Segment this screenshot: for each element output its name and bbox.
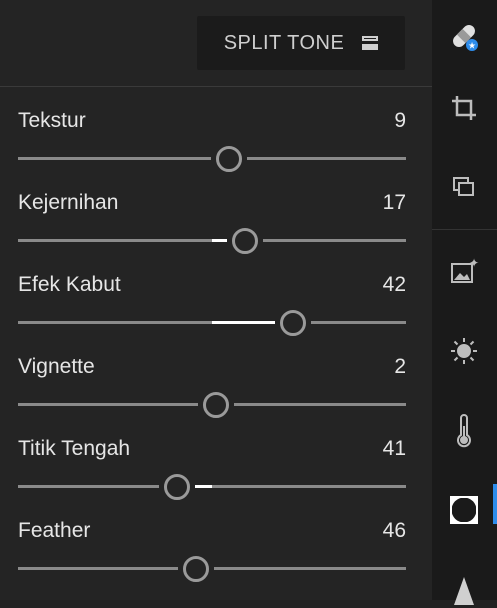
crop-rotate-icon[interactable] xyxy=(446,90,482,126)
slider-row: Efek Kabut 42 xyxy=(18,273,406,355)
effects-vignette-icon[interactable] xyxy=(446,492,482,528)
slider-row: Kejernihan 17 xyxy=(18,191,406,273)
svg-text:✦: ✦ xyxy=(469,256,479,270)
slider-row: Feather 46 xyxy=(18,519,406,601)
slider-label: Feather xyxy=(18,519,91,542)
slider-value[interactable]: 42 xyxy=(383,273,406,297)
slider-value[interactable]: 41 xyxy=(383,437,406,461)
slider-label: Titik Tengah xyxy=(18,437,131,460)
split-tone-button[interactable]: SPLIT TONE xyxy=(197,16,405,70)
slider-label: Tekstur xyxy=(18,109,86,132)
slider-row: Titik Tengah 41 xyxy=(18,437,406,519)
svg-text:★: ★ xyxy=(468,42,476,52)
slider-track[interactable] xyxy=(18,146,406,172)
split-tone-label: SPLIT TONE xyxy=(223,31,345,54)
slider-track[interactable] xyxy=(18,392,406,418)
slider-label: Vignette xyxy=(18,355,95,378)
rail-divider xyxy=(432,229,497,230)
light-sun-icon[interactable] xyxy=(446,333,482,369)
slider-thumb[interactable] xyxy=(183,556,210,582)
slider-track[interactable] xyxy=(18,474,406,500)
slider-label: Efek Kabut xyxy=(18,273,121,296)
slider-row: Tekstur 9 xyxy=(18,109,406,191)
auto-enhance-image-icon[interactable]: ✦ xyxy=(446,253,482,289)
versions-stack-icon[interactable] xyxy=(446,170,482,206)
slider-thumb[interactable] xyxy=(231,228,258,254)
triangle-icon[interactable] xyxy=(446,572,482,608)
slider-row: Vignette 2 xyxy=(18,355,406,437)
split-tone-icon xyxy=(362,36,379,50)
slider-track[interactable] xyxy=(18,310,406,336)
slider-track[interactable] xyxy=(18,556,406,582)
color-thermometer-icon[interactable] xyxy=(446,413,482,449)
slider-value[interactable]: 9 xyxy=(394,109,406,133)
healing-bandage-icon[interactable]: ★ xyxy=(446,18,482,54)
active-tool-indicator xyxy=(493,484,497,524)
slider-thumb[interactable] xyxy=(164,474,191,500)
slider-thumb[interactable] xyxy=(202,392,229,418)
slider-value[interactable]: 17 xyxy=(383,191,406,215)
effects-panel: SPLIT TONE Tekstur 9 Kejernihan 17 Efek Kabu… xyxy=(0,0,432,600)
slider-thumb[interactable] xyxy=(216,146,243,172)
slider-value[interactable]: 46 xyxy=(383,519,406,543)
tool-rail: ★ ✦ xyxy=(432,0,497,605)
panel-header: SPLIT TONE xyxy=(0,0,432,87)
slider-value[interactable]: 2 xyxy=(394,355,406,379)
slider-track[interactable] xyxy=(18,228,406,254)
slider-thumb[interactable] xyxy=(280,310,307,336)
slider-label: Kejernihan xyxy=(18,191,119,214)
